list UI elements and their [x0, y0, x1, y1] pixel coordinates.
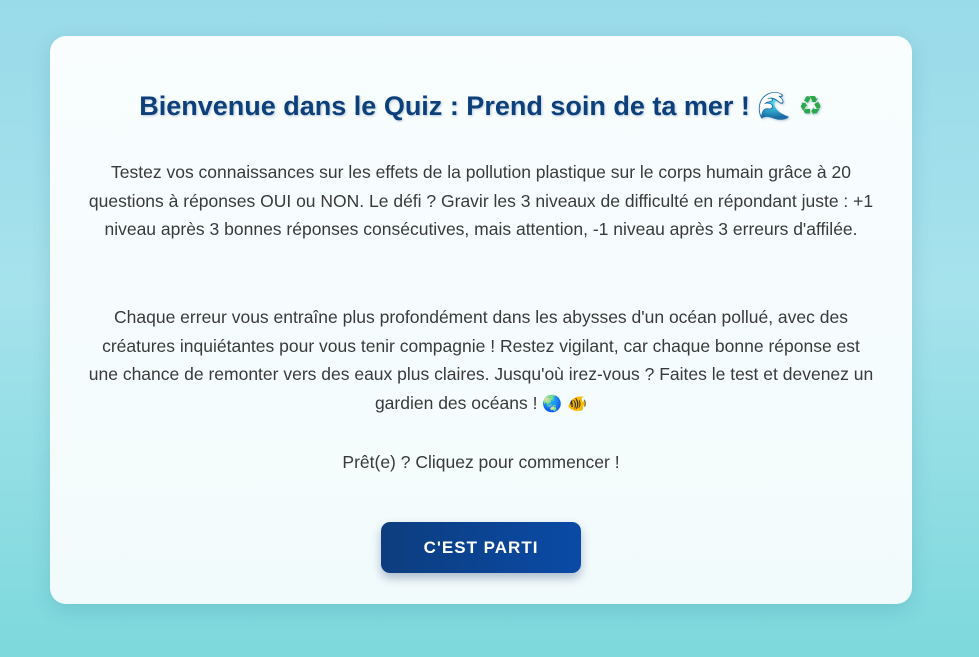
story-paragraph-text: Chaque erreur vous entraîne plus profond…	[88, 307, 874, 414]
wave-icon: 🌊	[757, 91, 792, 122]
quiz-title: Bienvenue dans le Quiz : Prend soin de t…	[50, 90, 912, 122]
quiz-intro-card: Bienvenue dans le Quiz : Prend soin de t…	[50, 36, 912, 604]
quiz-title-text: Bienvenue dans le Quiz : Prend soin de t…	[139, 91, 750, 121]
start-quiz-button[interactable]: C'EST PARTI	[381, 522, 581, 573]
intro-paragraph: Testez vos connaissances sur les effets …	[88, 162, 874, 240]
story-paragraph: Chaque erreur vous entraîne plus profond…	[86, 303, 876, 419]
globe-icon: 🌏	[542, 394, 563, 414]
recycle-icon: ♻	[798, 91, 823, 122]
fish-icon: 🐠	[567, 394, 588, 414]
ready-prompt: Prêt(e) ? Cliquez pour commencer !	[342, 452, 620, 472]
